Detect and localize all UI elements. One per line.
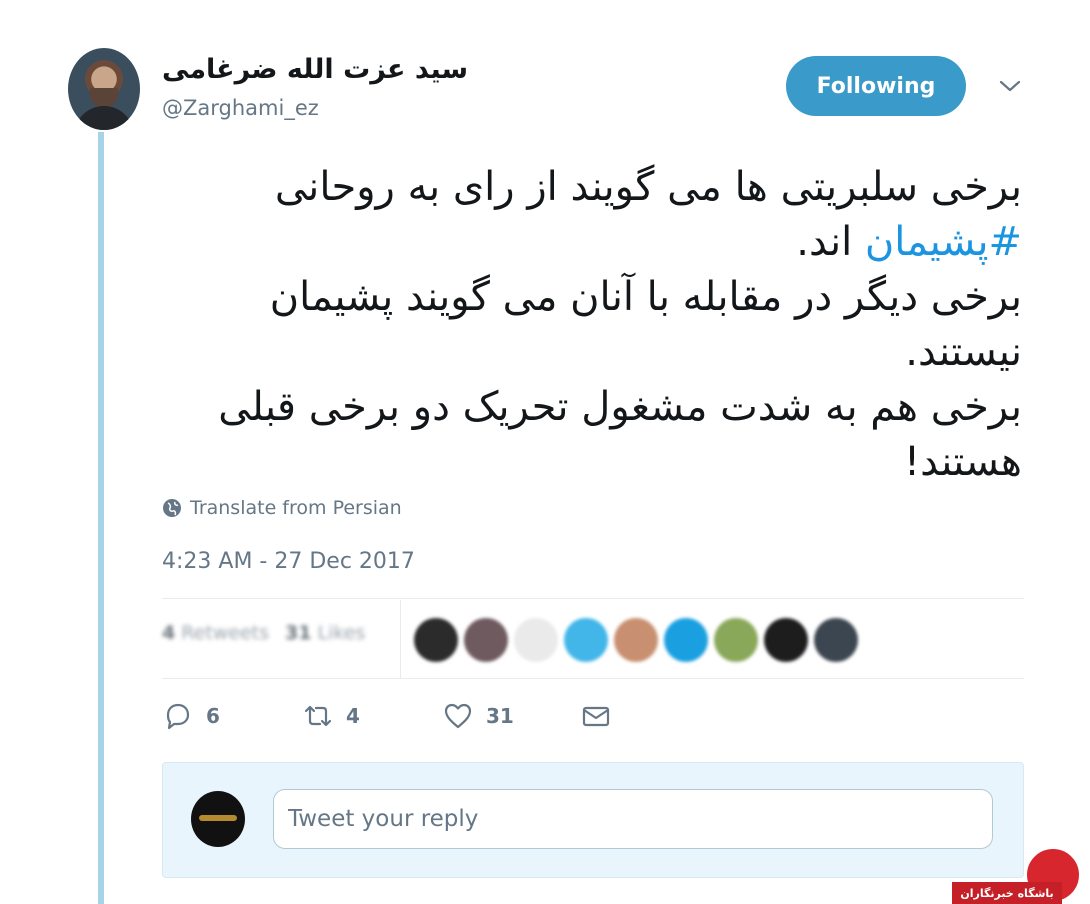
tweet-actions: 6 4 31 <box>162 700 612 732</box>
likes-stat-count: 31 <box>285 622 312 644</box>
globe-icon <box>163 499 181 517</box>
reply-action[interactable]: 6 <box>162 700 302 732</box>
tweet-text: برخی سلبریتی ها می گویند از رای به روحان… <box>160 160 1022 490</box>
reply-icon <box>166 703 190 730</box>
likes-stat[interactable]: 31 Likes <box>285 622 365 644</box>
divider <box>162 598 1024 599</box>
liker-avatar[interactable] <box>514 618 558 662</box>
retweets-stat-count: 4 <box>162 622 176 644</box>
retweet-icon <box>304 705 332 727</box>
author-display-name[interactable]: سید عزت الله ضرغامی <box>162 54 468 85</box>
liker-avatar[interactable] <box>814 618 858 662</box>
tweet-stats[interactable]: 4 Retweets 31 Likes <box>162 622 365 644</box>
liker-avatar[interactable] <box>764 618 808 662</box>
watermark-text: باشگاه خبرنگاران <box>952 882 1062 904</box>
reply-composer <box>162 762 1024 878</box>
retweet-count: 4 <box>346 704 360 728</box>
hashtag-link[interactable]: #پشیمان <box>865 219 1022 265</box>
tweet-text-part: برخی سلبریتی ها می گویند از رای به روحان… <box>274 164 1022 210</box>
liker-avatar[interactable] <box>414 618 458 662</box>
translate-link[interactable]: Translate from Persian <box>162 497 402 519</box>
tweet-timestamp[interactable]: 4:23 AM - 27 Dec 2017 <box>162 549 415 574</box>
retweets-stat-label: Retweets <box>181 622 270 644</box>
retweets-stat[interactable]: 4 Retweets <box>162 622 269 644</box>
heart-icon <box>444 703 472 729</box>
direct-message-action[interactable] <box>580 700 612 732</box>
watermark: باشگاه خبرنگاران <box>952 846 1090 904</box>
avatar-beard <box>90 88 118 108</box>
likes-stat-label: Likes <box>317 622 366 644</box>
thread-line <box>98 132 104 904</box>
avatar-logo <box>199 815 237 821</box>
reply-input[interactable] <box>273 789 993 849</box>
divider <box>162 678 1024 679</box>
envelope-icon <box>582 706 610 727</box>
author-avatar[interactable] <box>68 48 140 130</box>
current-user-avatar[interactable] <box>191 791 245 847</box>
stats-divider <box>400 600 401 678</box>
like-count: 31 <box>486 704 514 728</box>
author-handle[interactable]: @Zarghami_ez <box>162 96 319 120</box>
liker-avatar[interactable] <box>464 618 508 662</box>
liker-avatar[interactable] <box>614 618 658 662</box>
avatar-body <box>74 106 134 130</box>
following-button[interactable]: Following <box>786 56 966 116</box>
chevron-down-icon[interactable] <box>998 76 1022 96</box>
like-action[interactable]: 31 <box>442 700 580 732</box>
reply-count: 6 <box>206 704 220 728</box>
liker-avatar[interactable] <box>714 618 758 662</box>
liker-avatar[interactable] <box>664 618 708 662</box>
liker-avatar[interactable] <box>564 618 608 662</box>
retweet-action[interactable]: 4 <box>302 700 442 732</box>
likers-avatars <box>414 618 858 662</box>
translate-label[interactable]: Translate from Persian <box>190 497 402 519</box>
